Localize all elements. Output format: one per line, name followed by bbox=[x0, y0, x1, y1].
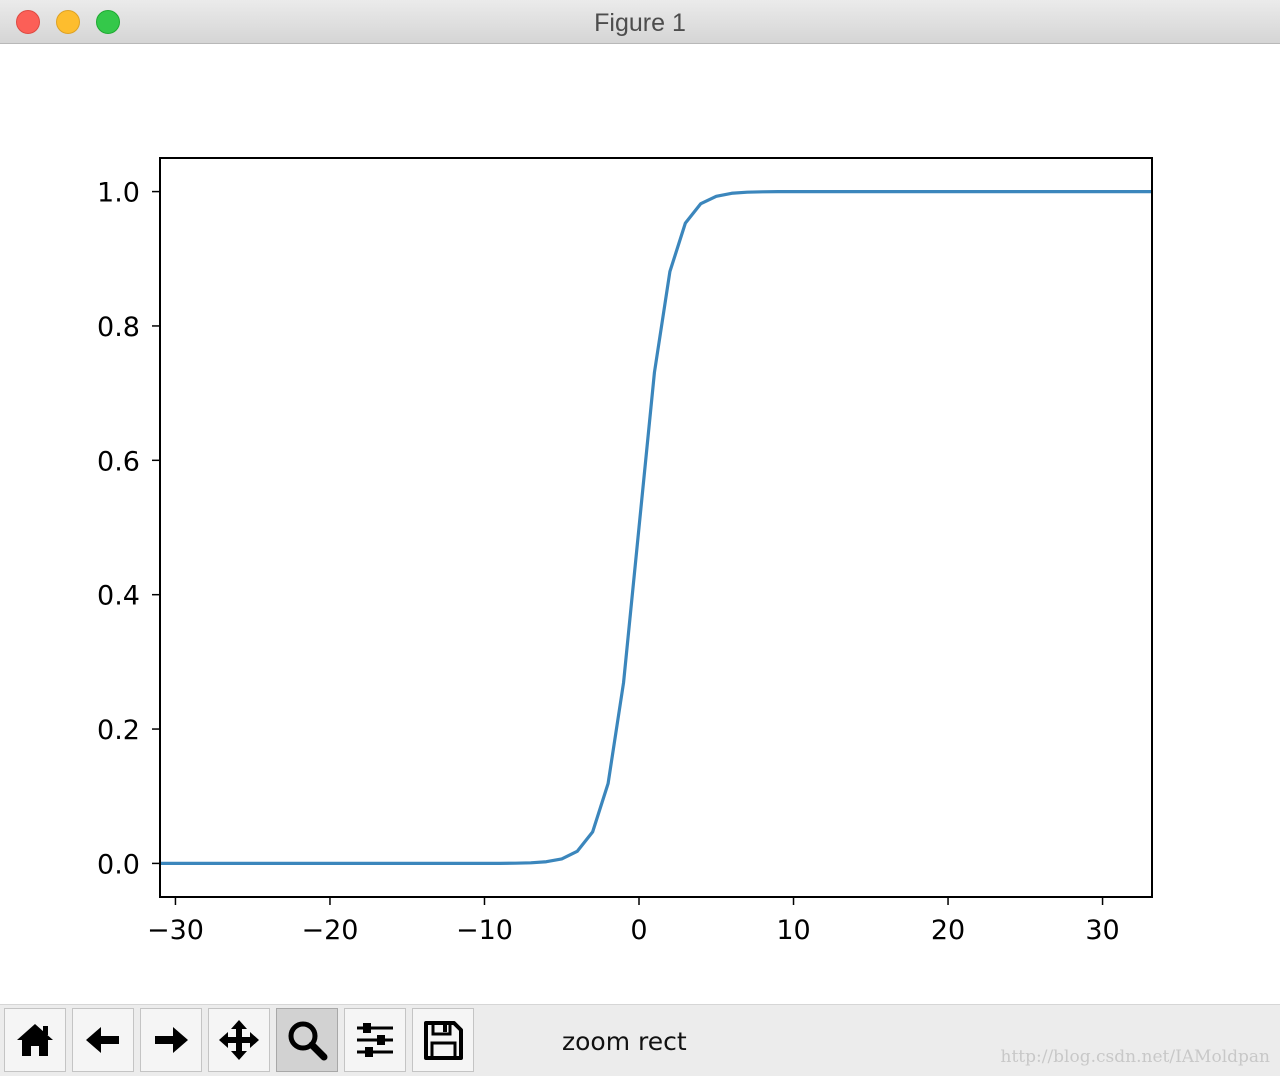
save-floppy-icon bbox=[424, 1021, 463, 1060]
save-button[interactable] bbox=[412, 1008, 474, 1072]
y-tick-label: 1.0 bbox=[97, 178, 140, 209]
back-arrow-icon bbox=[86, 1027, 119, 1053]
back-button[interactable] bbox=[72, 1008, 134, 1072]
y-tick-label: 0.4 bbox=[97, 581, 140, 612]
home-button[interactable] bbox=[4, 1008, 66, 1072]
x-tick-label: −10 bbox=[456, 915, 513, 946]
x-tick-label: −30 bbox=[147, 915, 204, 946]
x-tick-label: 0 bbox=[630, 915, 647, 946]
forward-button[interactable] bbox=[140, 1008, 202, 1072]
x-tick-label: 10 bbox=[776, 915, 810, 946]
pan-button[interactable] bbox=[208, 1008, 270, 1072]
navigation-toolbar: zoom rect http://blog.csdn.net/IAMoldpan bbox=[0, 1004, 1280, 1076]
y-tick-label: 0.6 bbox=[97, 446, 140, 477]
figure-canvas[interactable]: −30 −20 −10 0 10 20 30 0.0 0.2 0.4 0.6 0.8 1.0 bbox=[0, 44, 1280, 1004]
line-chart: −30 −20 −10 0 10 20 30 0.0 0.2 0.4 0.6 0.8 1.0 bbox=[97, 157, 1153, 946]
home-icon bbox=[17, 1024, 53, 1056]
zoom-button[interactable] bbox=[276, 1008, 338, 1072]
zoom-magnifier-icon bbox=[288, 1021, 328, 1061]
subplots-sliders-icon bbox=[357, 1023, 393, 1057]
pan-move-icon bbox=[219, 1020, 259, 1060]
y-tick-label: 0.0 bbox=[97, 849, 140, 880]
watermark-text: http://blog.csdn.net/IAMoldpan bbox=[1000, 1047, 1271, 1067]
axes-frame bbox=[159, 157, 1153, 898]
y-tick-label: 0.8 bbox=[97, 312, 140, 343]
x-tick-label: 20 bbox=[931, 915, 965, 946]
configure-subplots-button[interactable] bbox=[344, 1008, 406, 1072]
x-tick-label: −20 bbox=[301, 915, 358, 946]
x-tick-label: 30 bbox=[1085, 915, 1119, 946]
series-line bbox=[160, 189, 1152, 866]
forward-arrow-icon bbox=[155, 1027, 188, 1053]
window-titlebar: Figure 1 bbox=[0, 0, 1280, 44]
y-tick-label: 0.2 bbox=[97, 715, 140, 746]
window-title: Figure 1 bbox=[594, 9, 686, 37]
toolbar-status-message: zoom rect bbox=[562, 1027, 687, 1056]
